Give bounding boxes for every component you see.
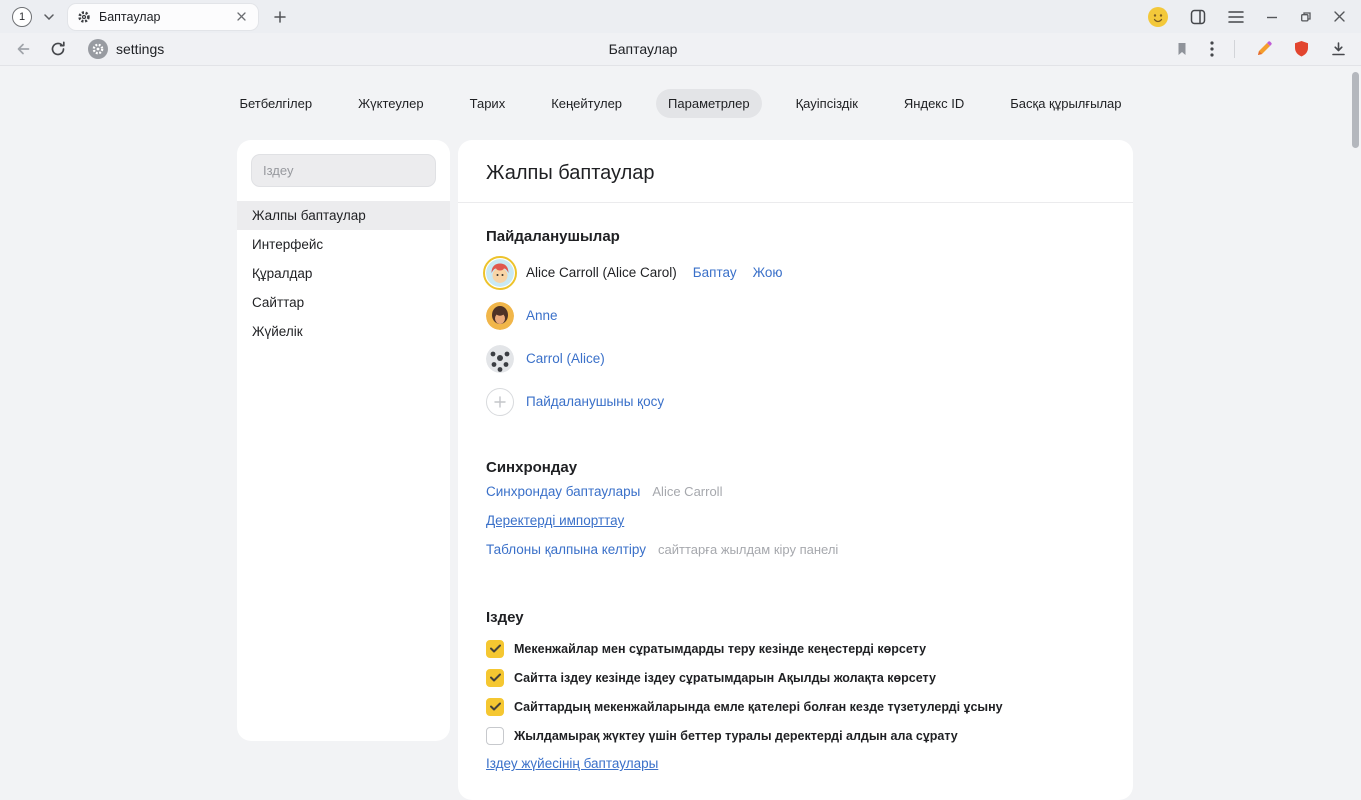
checkbox-typo-fix[interactable] [486,698,504,716]
nav-tab-security[interactable]: Қауіпсіздік [784,89,870,118]
sync-settings-link[interactable]: Синхрондау баптаулары [486,484,640,499]
sidebar-item-interface[interactable]: Интерфейс [237,230,450,259]
add-user-row[interactable]: Пайдаланушыны қосу [486,380,1105,423]
user-link-carrol[interactable]: Carrol (Alice) [526,351,605,366]
option-row-typo-fix[interactable]: Сайттардың мекенжайларында емле қателері… [486,692,1105,721]
download-icon[interactable] [1330,41,1347,57]
add-user-plus-icon[interactable] [486,388,514,416]
nav-tab-downloads[interactable]: Жүктеулер [346,89,436,118]
option-row-suggestions[interactable]: Мекенжайлар мен сұратымдарды теру кезінд… [486,634,1105,663]
user-name-current: Alice Carroll (Alice Carol) [526,265,677,280]
settings-nav-tabs: Бетбелгілер Жүктеулер Тарих Кеңейтулер П… [0,88,1361,118]
main-section-title: Жалпы баптаулар [458,140,1133,203]
sidebar-item-tools[interactable]: Құралдар [237,259,450,288]
checkbox-prefetch[interactable] [486,727,504,745]
bookmark-flag-icon[interactable] [1174,41,1190,57]
close-window-icon[interactable] [1334,11,1345,22]
nav-tab-yandex-id[interactable]: Яндекс ID [892,89,976,118]
option-row-prefetch[interactable]: Жылдамырақ жүктеу үшін беттер туралы дер… [486,721,1105,750]
toolbar-right-icons [1174,40,1347,58]
sync-settings-note: Alice Carroll [652,484,722,499]
restore-tableau-row: Таблоны қалпына келтіру сайттарға жылдам… [486,542,1105,571]
user-row-carrol: Carrol (Alice) [486,337,1105,380]
user-row-current: Alice Carroll (Alice Carol) Баптау Жою [486,251,1105,294]
page-scrollbar-thumb[interactable] [1352,72,1359,148]
user-configure-link[interactable]: Баптау [693,265,737,280]
restore-tableau-link[interactable]: Таблоны қалпына келтіру [486,542,646,557]
pencil-edit-icon[interactable] [1255,40,1273,58]
restore-window-icon[interactable] [1300,11,1312,23]
tab-count-button[interactable]: 1 [12,7,32,27]
tab-close-icon[interactable] [234,9,249,24]
user-link-anne[interactable]: Anne [526,308,558,323]
address-bar[interactable]: settings [88,39,164,59]
toolbar-divider [1234,40,1235,58]
nav-tab-other-devices[interactable]: Басқа құрылғылар [998,89,1133,118]
address-toolbar: settings Баптаулар [0,33,1361,66]
nav-tab-history[interactable]: Тарих [458,89,518,118]
avatar-alice-carroll [486,259,514,287]
browser-tab-settings[interactable]: Баптаулар [68,4,258,30]
url-text: settings [116,41,164,57]
side-panel-icon[interactable] [1190,9,1206,25]
sidebar-item-system[interactable]: Жүйелік [237,317,450,346]
nav-tab-bookmarks[interactable]: Бетбелгілер [227,89,324,118]
menu-icon[interactable] [1228,11,1244,23]
tabbar-right-controls [1148,7,1349,27]
add-user-link[interactable]: Пайдаланушыны қосу [526,394,664,409]
search-engine-settings-link[interactable]: Іздеу жүйесінің баптаулары [486,756,658,771]
import-data-row: Деректерді импорттау [486,513,1105,542]
tab-list-chevron-icon[interactable] [40,10,58,24]
sidebar-item-sites[interactable]: Сайттар [237,288,450,317]
reload-icon[interactable] [50,41,66,57]
settings-main-panel: Жалпы баптаулар Пайдаланушылар Alice Car… [458,140,1133,800]
import-data-link[interactable]: Деректерді импорттау [486,513,624,528]
minimize-icon[interactable] [1266,11,1278,23]
back-icon[interactable] [14,40,32,58]
tab-strip: 1 Баптаулар [0,0,1361,33]
users-heading: Пайдаланушылар [486,228,1105,245]
option-label: Сайттардың мекенжайларында емле қателері… [514,700,1003,714]
search-heading: Іздеу [486,609,1105,626]
site-settings-icon [88,39,108,59]
search-input[interactable] [251,154,436,187]
protect-shield-icon[interactable] [1293,40,1310,58]
new-tab-button[interactable] [270,7,290,27]
user-row-anne: Anne [486,294,1105,337]
settings-sidebar: Жалпы баптаулар Интерфейс Құралдар Сайтт… [237,140,450,741]
more-dots-icon[interactable] [1210,41,1214,57]
sync-heading: Синхрондау [486,459,1105,476]
sidebar-menu: Жалпы баптаулар Интерфейс Құралдар Сайтт… [237,201,450,346]
option-label: Мекенжайлар мен сұратымдарды теру кезінд… [514,642,926,656]
sidebar-item-general[interactable]: Жалпы баптаулар [237,201,450,230]
nav-tab-settings[interactable]: Параметрлер [656,89,762,118]
profile-avatar-icon[interactable] [1148,7,1168,27]
checkbox-site-search[interactable] [486,669,504,687]
nav-tab-extensions[interactable]: Кеңейтулер [539,89,634,118]
avatar-anne [486,302,514,330]
option-label: Жылдамырақ жүктеу үшін беттер туралы дер… [514,729,958,743]
gear-favicon-icon [77,10,91,24]
option-row-site-search[interactable]: Сайтта іздеу кезінде іздеу сұратымдарын … [486,663,1105,692]
tab-title: Баптаулар [99,10,234,24]
restore-tableau-note: сайттарға жылдам кіру панелі [658,542,838,557]
page-title: Баптаулар [90,41,1196,57]
option-label: Сайтта іздеу кезінде іздеу сұратымдарын … [514,671,936,685]
checkbox-suggestions[interactable] [486,640,504,658]
user-remove-link[interactable]: Жою [753,265,783,280]
sync-settings-row: Синхрондау баптаулары Alice Carroll [486,484,1105,513]
avatar-carrol [486,345,514,373]
